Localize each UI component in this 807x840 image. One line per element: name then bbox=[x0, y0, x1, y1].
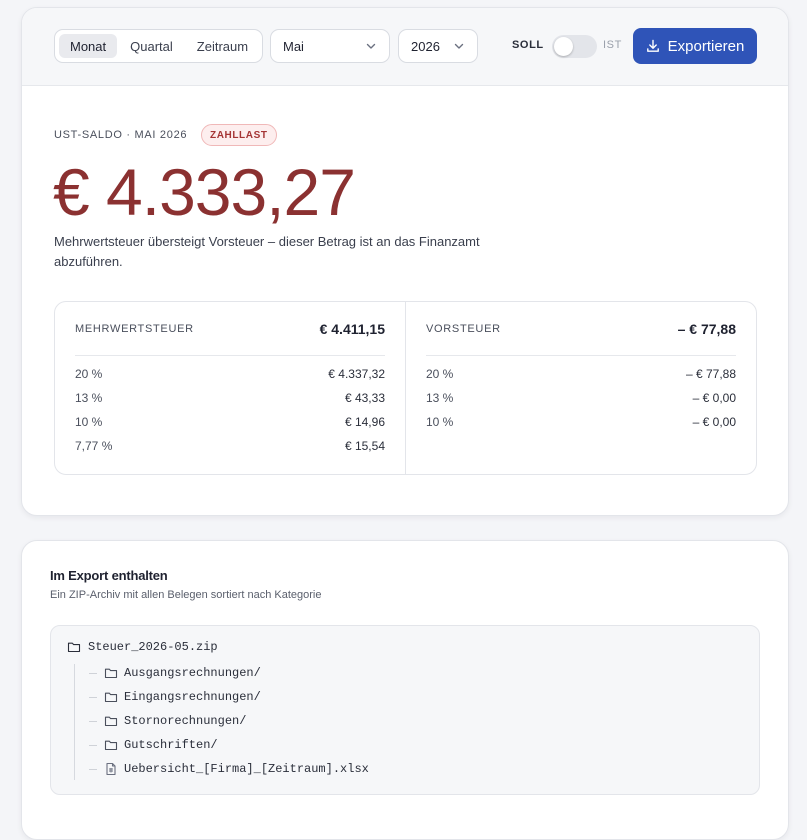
mwst-total: € 4.411,15 bbox=[319, 320, 385, 337]
export-button-label: Exportieren bbox=[667, 37, 745, 55]
tree-item-label: Uebersicht_[Firma]_[Zeitraum].xlsx bbox=[124, 762, 369, 776]
summary-kicker: UST-SALDO · MAI 2026 bbox=[54, 129, 188, 141]
segment-monat[interactable]: Monat bbox=[59, 34, 118, 58]
vorsteuer-row: 20 % – € 77,88 bbox=[426, 362, 736, 386]
tree-item: Eingangsrechnungen/ bbox=[89, 690, 261, 704]
chevron-down-icon bbox=[366, 43, 376, 49]
tree-item: Ausgangsrechnungen/ bbox=[89, 666, 261, 680]
rate-label: 13 % bbox=[426, 391, 454, 405]
month-select[interactable]: Mai bbox=[270, 29, 390, 63]
soll-label: SOLL bbox=[512, 39, 544, 51]
rate-value: – € 0,00 bbox=[692, 415, 736, 429]
soll-ist-toggle[interactable] bbox=[552, 35, 597, 58]
tree-guide-line bbox=[74, 664, 75, 780]
saldo-amount: € 4.333,27 bbox=[53, 155, 356, 229]
folder-icon bbox=[104, 716, 118, 727]
rate-value: € 43,33 bbox=[344, 391, 385, 405]
rate-label: 20 % bbox=[426, 367, 454, 381]
export-subtitle: Ein ZIP-Archiv mit allen Belegen sortier… bbox=[50, 589, 322, 601]
tree-item: Stornorechnungen/ bbox=[89, 714, 246, 728]
status-badge: ZAHLLAST bbox=[201, 124, 277, 146]
mwst-row: 20 % € 4.337,32 bbox=[75, 362, 385, 386]
tree-item: Uebersicht_[Firma]_[Zeitraum].xlsx bbox=[89, 762, 369, 776]
spreadsheet-file-icon bbox=[106, 762, 116, 776]
mwst-row: 10 % € 14,96 bbox=[75, 410, 385, 434]
period-segmented-control: Monat Quartal Zeitraum bbox=[54, 29, 263, 63]
export-button[interactable]: Exportieren bbox=[633, 28, 757, 64]
export-file-tree: Steuer_2026-05.zip Ausgangsrechnungen/ E… bbox=[50, 625, 760, 795]
mwst-column: MEHRWERTSTEUER € 4.411,15 20 % € 4.337,32… bbox=[55, 302, 405, 474]
mwst-title: MEHRWERTSTEUER bbox=[75, 322, 194, 335]
year-select-value: 2026 bbox=[411, 38, 440, 54]
tree-root: Steuer_2026-05.zip bbox=[67, 640, 218, 654]
vorsteuer-row: 13 % – € 0,00 bbox=[426, 386, 736, 410]
folder-icon bbox=[104, 668, 118, 679]
toggle-knob bbox=[554, 37, 573, 56]
vorsteuer-header: VORSTEUER – € 77,88 bbox=[426, 302, 736, 356]
year-select[interactable]: 2026 bbox=[398, 29, 478, 63]
tree-item-label: Ausgangsrechnungen/ bbox=[124, 666, 261, 680]
folder-icon bbox=[104, 692, 118, 703]
month-select-value: Mai bbox=[283, 38, 304, 54]
export-title: Im Export enthalten bbox=[50, 568, 168, 583]
tree-item-label: Eingangsrechnungen/ bbox=[124, 690, 261, 704]
tree-item-label: Stornorechnungen/ bbox=[124, 714, 247, 728]
mwst-header: MEHRWERTSTEUER € 4.411,15 bbox=[75, 302, 385, 356]
folder-icon bbox=[67, 642, 81, 653]
vorsteuer-row: 10 % – € 0,00 bbox=[426, 410, 736, 434]
chevron-down-icon bbox=[454, 43, 464, 49]
saldo-description: Mehrwertsteuer übersteigt Vorsteuer – di… bbox=[54, 234, 480, 269]
ist-label: IST bbox=[603, 39, 622, 51]
rate-label: 13 % bbox=[75, 391, 103, 405]
rate-label: 7,77 % bbox=[75, 439, 113, 453]
rate-label: 20 % bbox=[75, 367, 103, 381]
rate-label: 10 % bbox=[75, 415, 103, 429]
mwst-row: 13 % € 43,33 bbox=[75, 386, 385, 410]
rate-value: € 15,54 bbox=[344, 439, 385, 453]
vorsteuer-column: VORSTEUER – € 77,88 20 % – € 77,88 13 % – … bbox=[405, 302, 756, 474]
segment-quartal[interactable]: Quartal bbox=[119, 34, 184, 58]
toolbar: Monat Quartal Zeitraum Mai 2026 SOLL IST… bbox=[22, 8, 788, 86]
tax-breakdown: MEHRWERTSTEUER € 4.411,15 20 % € 4.337,32… bbox=[54, 301, 757, 475]
rate-value: – € 77,88 bbox=[685, 367, 736, 381]
folder-icon bbox=[104, 740, 118, 751]
rate-value: € 4.337,32 bbox=[328, 367, 385, 381]
rate-value: € 14,96 bbox=[344, 415, 385, 429]
download-icon bbox=[646, 39, 659, 52]
tree-item: Gutschriften/ bbox=[89, 738, 218, 752]
segment-zeitraum[interactable]: Zeitraum bbox=[186, 34, 259, 58]
vorsteuer-total: – € 77,88 bbox=[677, 320, 736, 337]
export-contents-card: Im Export enthalten Ein ZIP-Archiv mit a… bbox=[21, 540, 789, 840]
rate-value: – € 0,00 bbox=[692, 391, 736, 405]
vorsteuer-title: VORSTEUER bbox=[426, 322, 501, 335]
rate-label: 10 % bbox=[426, 415, 454, 429]
tree-item-label: Gutschriften/ bbox=[124, 738, 218, 752]
zip-file-name: Steuer_2026-05.zip bbox=[88, 640, 218, 654]
mwst-row: 7,77 % € 15,54 bbox=[75, 434, 385, 458]
ust-summary-card: Monat Quartal Zeitraum Mai 2026 SOLL IST… bbox=[21, 7, 789, 516]
